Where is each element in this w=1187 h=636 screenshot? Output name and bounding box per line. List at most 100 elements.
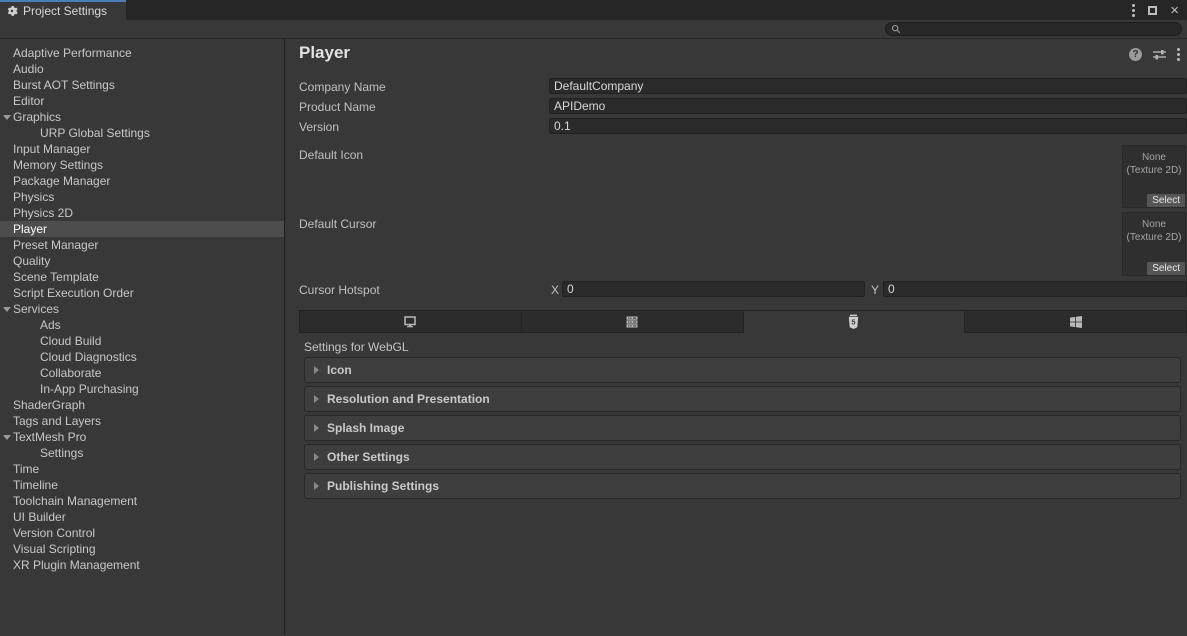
product-name-field[interactable] [549,98,1187,114]
foldout-expanded-icon[interactable] [3,307,11,312]
company-name-field[interactable] [549,78,1187,94]
foldout-expanded-icon[interactable] [3,115,11,120]
sidebar-item-label: Editor [13,94,44,108]
platform-tab-windows[interactable] [965,311,1186,333]
sidebar-item-visual-scripting[interactable]: Visual Scripting [0,541,284,557]
close-icon[interactable]: × [1170,3,1179,18]
sidebar-item-editor[interactable]: Editor [0,93,284,109]
platform-tabstrip: 5 [299,310,1187,333]
sidebar-item-ads[interactable]: Ads [0,317,284,333]
project-settings-tab[interactable]: Project Settings [0,0,126,20]
sidebar-item-collaborate[interactable]: Collaborate [0,365,284,381]
sidebar-item-label: Toolchain Management [13,494,137,508]
section-label: Publishing Settings [327,479,439,493]
section-splash-image[interactable]: Splash Image [304,415,1181,441]
window-menu-icon[interactable] [1132,4,1135,17]
texture-none-label: None [1123,151,1185,164]
sidebar-item-package-manager[interactable]: Package Manager [0,173,284,189]
sidebar-item-label: Input Manager [13,142,90,156]
window-tab-title: Project Settings [23,4,107,18]
presets-icon[interactable] [1152,48,1167,61]
panel-menu-icon[interactable] [1177,48,1180,61]
sidebar-item-xr-plugin-management[interactable]: XR Plugin Management [0,557,284,573]
sidebar-item-scene-template[interactable]: Scene Template [0,269,284,285]
sidebar-item-burst-aot-settings[interactable]: Burst AOT Settings [0,77,284,93]
sidebar-item-physics-2d[interactable]: Physics 2D [0,205,284,221]
svg-text:5: 5 [852,317,856,326]
sidebar-item-label: Visual Scripting [13,542,96,556]
sidebar-item-settings[interactable]: Settings [0,445,284,461]
sidebar-item-label: Physics [13,190,54,204]
section-resolution-and-presentation[interactable]: Resolution and Presentation [304,386,1181,412]
section-publishing-settings[interactable]: Publishing Settings [304,473,1181,499]
search-box[interactable] [885,22,1182,36]
sidebar-item-services[interactable]: Services [0,301,284,317]
sidebar-item-label: Tags and Layers [13,414,101,428]
window-titlebar: Project Settings × [0,0,1187,20]
texture-none-label: None [1123,218,1185,231]
maximize-icon[interactable] [1148,6,1157,15]
foldout-collapsed-icon[interactable] [314,366,319,374]
sidebar-item-label: Ads [40,318,61,332]
platform-tab-standalone[interactable] [300,311,522,333]
sidebar-item-textmesh-pro[interactable]: TextMesh Pro [0,429,284,445]
sidebar-item-label: Package Manager [13,174,110,188]
foldout-expanded-icon[interactable] [3,435,11,440]
sidebar-item-physics[interactable]: Physics [0,189,284,205]
platform-tab-dedicated-server[interactable] [522,311,744,333]
sidebar-item-ui-builder[interactable]: UI Builder [0,509,284,525]
dedicated-server-icon [624,314,640,330]
section-icon[interactable]: Icon [304,357,1181,383]
sidebar-item-audio[interactable]: Audio [0,61,284,77]
sidebar-item-adaptive-performance[interactable]: Adaptive Performance [0,45,284,61]
default-cursor-select-button[interactable]: Select [1147,262,1185,275]
default-icon-texture-box[interactable]: None (Texture 2D) Select [1122,145,1186,208]
foldout-collapsed-icon[interactable] [314,453,319,461]
sidebar-item-shadergraph[interactable]: ShaderGraph [0,397,284,413]
version-field[interactable] [549,118,1187,134]
sidebar-item-version-control[interactable]: Version Control [0,525,284,541]
sidebar-item-label: Time [13,462,39,476]
sidebar-item-timeline[interactable]: Timeline [0,477,284,493]
foldout-collapsed-icon[interactable] [314,424,319,432]
sidebar-item-label: Graphics [13,110,61,124]
section-other-settings[interactable]: Other Settings [304,444,1181,470]
sidebar-item-label: TextMesh Pro [13,430,86,444]
version-label: Version [299,119,339,135]
sidebar-item-label: Burst AOT Settings [13,78,115,92]
hotspot-x-field[interactable] [562,281,865,297]
search-icon [891,24,901,34]
content: Adaptive PerformanceAudioBurst AOT Setti… [0,39,1187,635]
sidebar-item-label: UI Builder [13,510,66,524]
sidebar-item-label: Preset Manager [13,238,98,252]
sidebar-item-graphics[interactable]: Graphics [0,109,284,125]
sidebar-item-preset-manager[interactable]: Preset Manager [0,237,284,253]
sidebar-item-urp-global-settings[interactable]: URP Global Settings [0,125,284,141]
sidebar-item-cloud-diagnostics[interactable]: Cloud Diagnostics [0,349,284,365]
foldout-collapsed-icon[interactable] [314,395,319,403]
default-cursor-texture-box[interactable]: None (Texture 2D) Select [1122,212,1186,276]
sidebar-item-time[interactable]: Time [0,461,284,477]
settings-for-platform-label: Settings for WebGL [304,340,409,354]
sidebar-item-in-app-purchasing[interactable]: In-App Purchasing [0,381,284,397]
sidebar-item-label: ShaderGraph [13,398,85,412]
sidebar-item-tags-and-layers[interactable]: Tags and Layers [0,413,284,429]
sidebar-item-script-execution-order[interactable]: Script Execution Order [0,285,284,301]
toolbar [0,20,1187,39]
platform-tab-webgl[interactable]: 5 [744,311,966,333]
sidebar-item-label: Timeline [13,478,58,492]
default-cursor-label: Default Cursor [299,216,376,232]
sidebar-item-input-manager[interactable]: Input Manager [0,141,284,157]
sidebar-item-cloud-build[interactable]: Cloud Build [0,333,284,349]
default-icon-select-button[interactable]: Select [1147,194,1185,207]
sidebar-item-toolchain-management[interactable]: Toolchain Management [0,493,284,509]
help-icon[interactable]: ? [1129,48,1142,61]
search-input[interactable] [904,24,1176,35]
sidebar-item-quality[interactable]: Quality [0,253,284,269]
hotspot-y-field[interactable] [883,281,1187,297]
sidebar-item-label: URP Global Settings [40,126,150,140]
sidebar-item-memory-settings[interactable]: Memory Settings [0,157,284,173]
foldout-collapsed-icon[interactable] [314,482,319,490]
sidebar-item-player[interactable]: Player [0,221,284,237]
section-label: Other Settings [327,450,410,464]
